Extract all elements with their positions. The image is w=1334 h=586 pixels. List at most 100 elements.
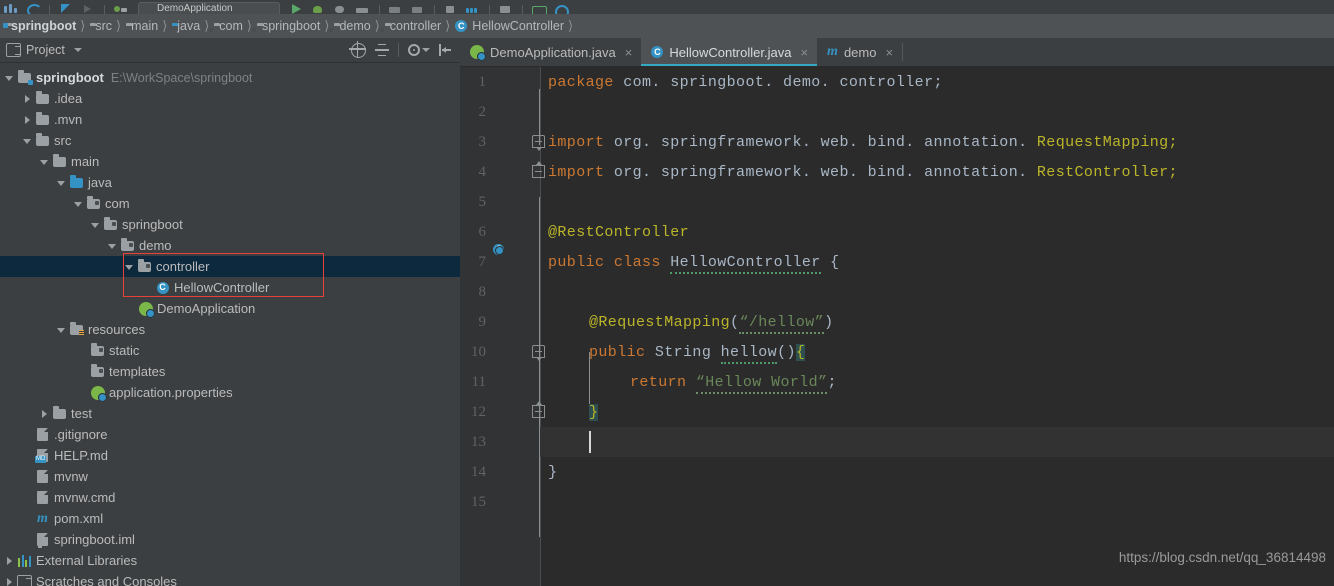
- line-number: 15: [471, 493, 486, 510]
- tree-item-pom-xml[interactable]: m pom.xml: [0, 508, 460, 529]
- code-view[interactable]: 1 package com. springboot. demo. control…: [460, 67, 1334, 586]
- code-text: @RequestMapping(“/hellow”): [589, 313, 833, 334]
- line-number: 1: [478, 73, 487, 90]
- tree-item-label: External Libraries: [36, 553, 138, 568]
- breadcrumb-item-java[interactable]: java: [168, 14, 203, 38]
- tree-item-controller[interactable]: controller: [0, 256, 460, 277]
- search-everywhere-icon[interactable]: [553, 4, 569, 14]
- breadcrumb-item-com[interactable]: com: [210, 14, 246, 38]
- twisty-down-icon[interactable]: [73, 198, 84, 209]
- locate-icon[interactable]: [349, 40, 366, 58]
- tree-item-springboot[interactable]: springboot E:\WorkSpace\springboot: [0, 67, 460, 88]
- tree-item-external-libraries[interactable]: External Libraries: [0, 550, 460, 571]
- twisty-down-icon[interactable]: [107, 240, 118, 251]
- tree-item-springboot-package[interactable]: springboot: [0, 214, 460, 235]
- hide-icon[interactable]: [439, 44, 452, 56]
- line-number: 7: [478, 253, 487, 270]
- tree-item-src[interactable]: src: [0, 130, 460, 151]
- tree-item-demoapplication[interactable]: C DemoApplication: [0, 298, 460, 319]
- save-icon[interactable]: [498, 4, 514, 14]
- resources-folder-icon: [69, 321, 84, 336]
- fold-toggle-icon[interactable]: [532, 401, 546, 419]
- tree-item-gitignore[interactable]: .gitignore: [0, 424, 460, 445]
- watermark: https://blog.csdn.net/qq_36814498: [1118, 550, 1326, 565]
- sync-icon[interactable]: [25, 4, 42, 14]
- tree-item-help-md[interactable]: HELP.md: [0, 445, 460, 466]
- tree-item-main[interactable]: main: [0, 151, 460, 172]
- run-configuration-selector[interactable]: DemoApplication: [138, 2, 280, 14]
- tree-item-scratches-and-consoles[interactable]: Scratches and Consoles: [0, 571, 460, 586]
- chevron-down-icon[interactable]: [73, 48, 82, 52]
- debug-icon[interactable]: [311, 4, 327, 14]
- breadcrumb-label: com: [219, 19, 243, 33]
- close-icon[interactable]: ×: [625, 45, 633, 60]
- tree-item-label: demo: [139, 238, 172, 253]
- breadcrumb-item-controller[interactable]: controller: [381, 14, 444, 38]
- tree-item-mvnw-cmd[interactable]: mvnw.cmd: [0, 487, 460, 508]
- editor-tab-bar: C DemoApplication.java × C HellowControl…: [460, 38, 1334, 67]
- twisty-down-icon[interactable]: [22, 135, 33, 146]
- tree-item-test[interactable]: test: [0, 403, 460, 424]
- stop-icon[interactable]: [410, 4, 426, 14]
- twisty-down-icon[interactable]: [4, 72, 15, 83]
- tab-demo[interactable]: m demo ×: [817, 38, 902, 66]
- twisty-right-icon[interactable]: [4, 555, 15, 566]
- tree-item-hellowcontroller[interactable]: C HellowController: [0, 277, 460, 298]
- run-icon[interactable]: [289, 4, 305, 14]
- tree-item-resources[interactable]: resources: [0, 319, 460, 340]
- collapse-all-icon[interactable]: [375, 43, 389, 57]
- tree-item-mvn[interactable]: .mvn: [0, 109, 460, 130]
- twisty-right-icon[interactable]: [4, 576, 15, 586]
- attach-debugger-icon[interactable]: [388, 4, 404, 14]
- compile-icon[interactable]: [113, 4, 129, 14]
- breadcrumb-item-main[interactable]: main: [122, 14, 161, 38]
- twisty-right-icon[interactable]: [22, 114, 33, 125]
- keyword-return: return: [630, 373, 687, 391]
- project-panel-title-group[interactable]: Project: [0, 43, 82, 57]
- twisty-down-icon[interactable]: [56, 177, 67, 188]
- save-all-icon[interactable]: [3, 4, 19, 14]
- close-icon[interactable]: ×: [800, 45, 808, 60]
- tree-item-templates[interactable]: templates: [0, 361, 460, 382]
- breadcrumb-item-demo[interactable]: demo: [330, 14, 373, 38]
- select-in-icon[interactable]: [531, 4, 547, 14]
- twisty-right-icon[interactable]: [22, 93, 33, 104]
- line-number: 3: [478, 133, 487, 150]
- tree-item-static[interactable]: static: [0, 340, 460, 361]
- tree-item-demo[interactable]: demo: [0, 235, 460, 256]
- project-panel-title: Project: [26, 43, 65, 57]
- breadcrumb-item-springboot-pkg[interactable]: springboot: [253, 14, 323, 38]
- breadcrumb-item-hellowcontroller[interactable]: C HellowController: [451, 14, 567, 38]
- tree-item-application-properties[interactable]: application.properties: [0, 382, 460, 403]
- twisty-down-icon[interactable]: [56, 324, 67, 335]
- code-text: package com. springboot. demo. controlle…: [548, 74, 943, 91]
- tab-hellowcontroller-java[interactable]: C HellowController.java ×: [641, 38, 818, 66]
- close-icon[interactable]: ×: [885, 45, 893, 60]
- run-with-coverage-icon[interactable]: [333, 4, 349, 14]
- commit-icon[interactable]: [465, 4, 481, 14]
- twisty-down-icon[interactable]: [90, 219, 101, 230]
- fold-toggle-icon[interactable]: [532, 135, 546, 151]
- twisty-down-icon[interactable]: [124, 261, 135, 272]
- settings-icon[interactable]: [408, 44, 430, 56]
- tree-item-idea[interactable]: .idea: [0, 88, 460, 109]
- tree-item-com[interactable]: com: [0, 193, 460, 214]
- spring-bean-gutter-icon[interactable]: C: [493, 244, 520, 271]
- twisty-right-icon[interactable]: [39, 408, 50, 419]
- breadcrumb-item-src[interactable]: src: [86, 14, 115, 38]
- twisty-down-icon[interactable]: [39, 156, 50, 167]
- tree-item-springboot-iml[interactable]: springboot.iml: [0, 529, 460, 550]
- tree-item-mvnw[interactable]: mvnw: [0, 466, 460, 487]
- back-arrow-icon[interactable]: [58, 4, 74, 14]
- update-project-icon[interactable]: [443, 4, 459, 14]
- line-number: 2: [478, 103, 487, 120]
- tab-demoapplication-java[interactable]: C DemoApplication.java ×: [460, 38, 641, 66]
- forward-arrow-icon[interactable]: [80, 4, 96, 14]
- fold-toggle-icon[interactable]: [532, 345, 546, 361]
- maven-file-icon: m: [37, 510, 48, 526]
- fold-toggle-icon[interactable]: [532, 161, 546, 179]
- tree-item-java[interactable]: java: [0, 172, 460, 193]
- annotation-requestmapping: @RequestMapping: [589, 313, 731, 331]
- breadcrumb-item-springboot[interactable]: springboot: [0, 14, 79, 38]
- profiler-icon[interactable]: [355, 4, 371, 14]
